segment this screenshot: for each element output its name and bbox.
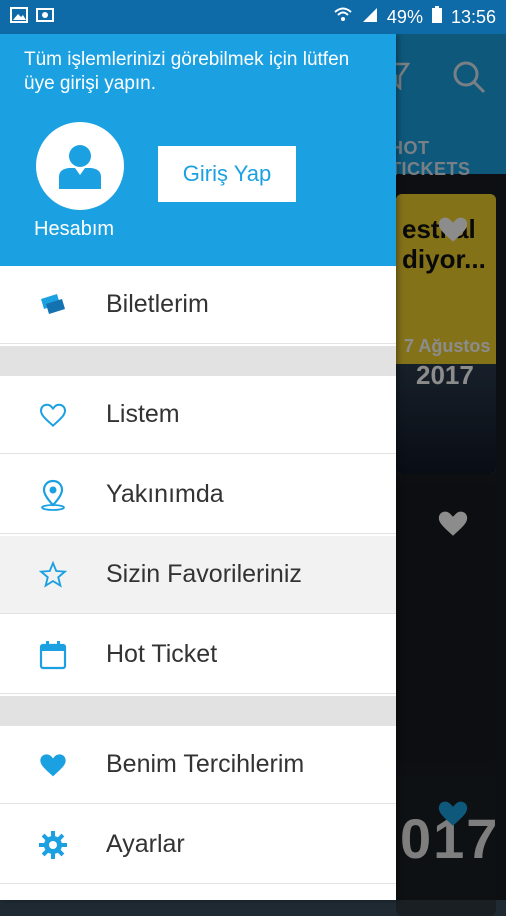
battery-icon [431,5,443,29]
signal-icon [361,6,379,29]
gear-icon [36,828,70,862]
battery-percent: 49% [386,6,423,27]
menu-item-label: Biletlerim [106,290,209,318]
location-pin-icon [36,478,70,512]
star-outline-icon [36,558,70,592]
menu-separator [0,346,396,376]
menu-item-benim-tercihlerim[interactable]: Benim Tercihlerim [0,726,396,804]
avatar[interactable] [36,122,124,210]
menu-item-yakinimda[interactable]: Yakınımda [0,456,396,534]
drawer-scrim[interactable] [396,34,506,900]
login-message: Tüm işlemlerinizi görebilmek için lütfen… [24,49,350,94]
drawer-header: Tüm işlemlerinizi görebilmek için lütfen… [0,34,396,266]
clock: 13:56 [450,6,496,27]
wifi-icon [333,6,353,29]
heart-filled-icon [36,748,70,782]
menu-item-ayarlar[interactable]: Ayarlar [0,806,396,884]
menu-item-sizin-favorileriniz[interactable]: Sizin Favorileriniz [0,536,396,614]
menu-item-label: Hot Ticket [106,640,218,668]
menu-separator [0,696,396,726]
login-button[interactable]: Giriş Yap [158,146,296,202]
photo-notification-icon [36,7,54,28]
menu-item-label: Ayarlar [106,830,185,858]
menu-item-biletlerim[interactable]: Biletlerim [0,266,396,344]
navigation-drawer: Tüm işlemlerinizi görebilmek için lütfen… [0,34,396,900]
menu-item-label: Yakınımda [106,480,224,508]
menu-item-listem[interactable]: Listem [0,376,396,454]
menu-item-label: Listem [106,400,180,428]
account-label: Hesabım [34,218,115,240]
image-notification-icon [10,6,28,28]
heart-outline-icon [36,398,70,432]
menu-item-label: Sizin Favorileriniz [106,560,302,588]
calendar-icon [36,638,70,672]
user-icon [59,145,101,189]
menu-item-label: Benim Tercihlerim [106,750,305,778]
status-bar: 49% 13:56 [0,0,506,34]
tickets-icon [36,288,70,322]
menu-item-hot-ticket[interactable]: Hot Ticket [0,616,396,694]
